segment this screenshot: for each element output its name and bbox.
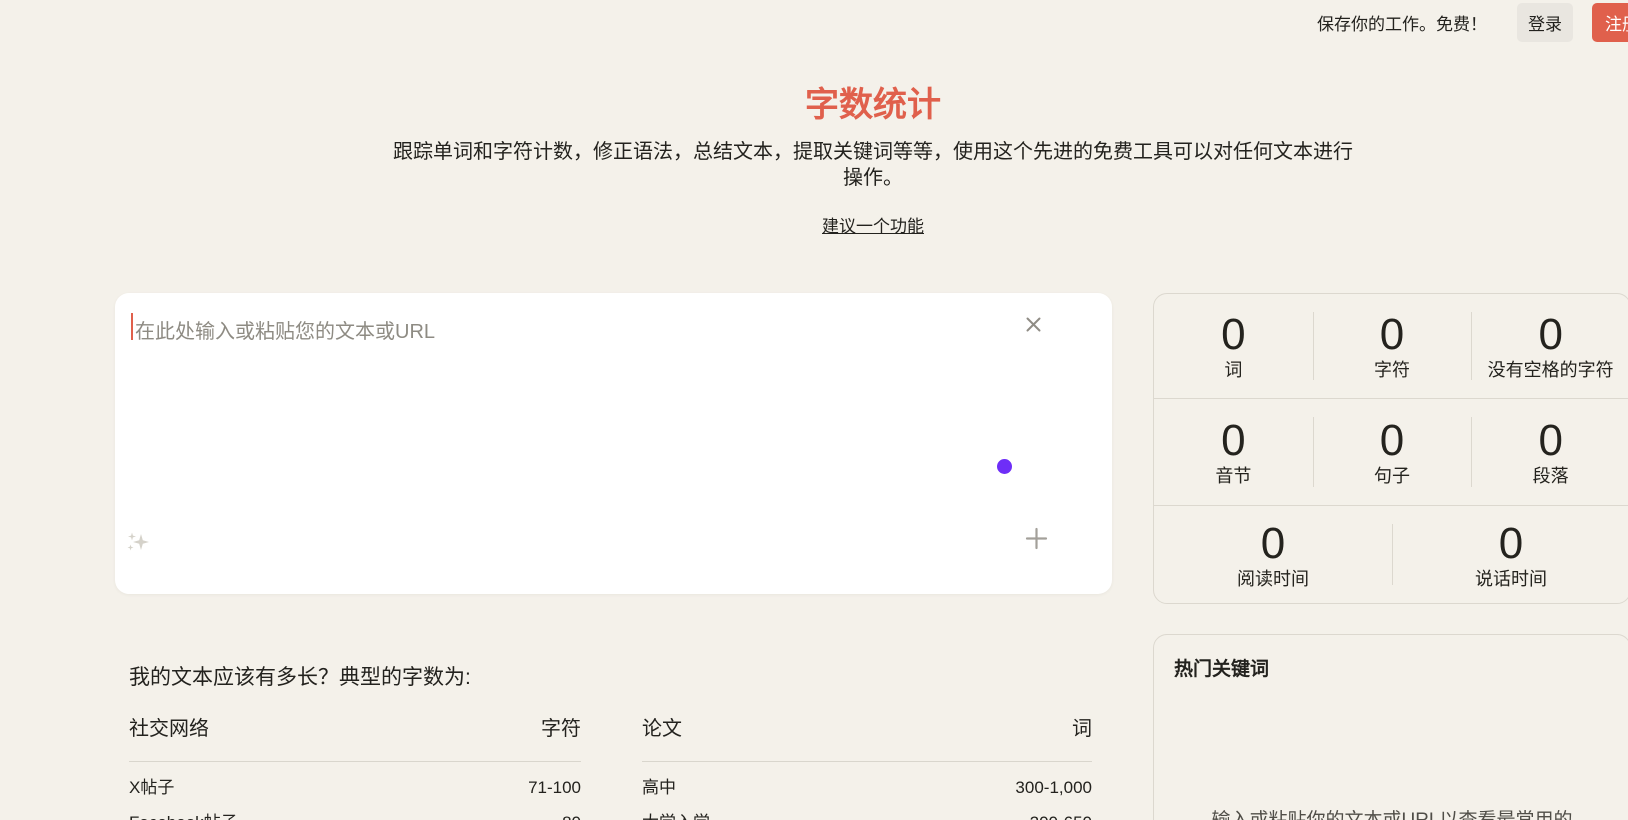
keywords-panel-title: 热门关键词 — [1174, 654, 1269, 681]
close-icon — [1024, 315, 1043, 334]
table-row: Facebook帖子 80 — [129, 814, 581, 820]
ai-assist-button[interactable] — [124, 528, 153, 557]
stats-row-3: 0 阅读时间 0 说话时间 — [1154, 505, 1628, 603]
stat-label: 说话时间 — [1475, 569, 1547, 589]
essay-lengths-table: 论文 词 高中 300-1,000 大学入学 200-650 — [642, 715, 1092, 820]
stat-value: 0 — [1380, 418, 1404, 464]
input-placeholder: 在此处输入或粘贴您的文本或URL — [135, 315, 435, 344]
page-subtitle: 跟踪单词和字符计数，修正语法，总结文本，提取关键词等等，使用这个先进的免费工具可… — [0, 139, 1628, 191]
stat-words: 0 词 — [1154, 294, 1313, 398]
page-title: 字数统计 — [0, 87, 1628, 123]
length-guide-heading: 我的文本应该有多长？典型的字数为: — [129, 661, 471, 691]
stat-speaking-time: 0 说话时间 — [1392, 506, 1628, 603]
stat-paragraphs: 0 段落 — [1471, 399, 1628, 505]
stats-panel: 0 词 0 字符 0 没有空格的字符 0 音节 0 句子 0 段 — [1153, 293, 1628, 604]
row-name: 高中 — [642, 779, 676, 797]
text-input-area[interactable]: 在此处输入或粘贴您的文本或URL — [115, 293, 1112, 594]
signup-button[interactable]: 注册 — [1592, 3, 1628, 42]
stat-value: 0 — [1221, 418, 1245, 464]
table-row: X帖子 71-100 — [129, 779, 581, 797]
stat-syllables: 0 音节 — [1154, 399, 1313, 505]
stat-value: 0 — [1499, 521, 1523, 567]
stat-label: 阅读时间 — [1237, 569, 1309, 589]
stat-label: 句子 — [1374, 466, 1410, 486]
keywords-empty-hint: 输入或粘贴你的文本或URL以查看最常用的 — [1154, 805, 1628, 820]
subtitle-line-1: 跟踪单词和字符计数，修正语法，总结文本，提取关键词等等，使用这个先进的免费工具可… — [0, 139, 1628, 165]
suggest-feature-link[interactable]: 建议一个功能 — [822, 217, 924, 236]
stat-value: 0 — [1538, 418, 1562, 464]
row-value: 300-1,000 — [1015, 779, 1092, 797]
stat-value: 0 — [1380, 312, 1404, 358]
keywords-panel: 热门关键词 输入或粘贴你的文本或URL以查看最常用的 — [1153, 634, 1628, 820]
table-unit-header: 字符 — [541, 715, 581, 743]
stat-label: 词 — [1224, 360, 1242, 380]
table-name-header: 论文 — [642, 715, 682, 743]
table-row: 高中 300-1,000 — [642, 779, 1092, 797]
stats-row-1: 0 词 0 字符 0 没有空格的字符 — [1154, 294, 1628, 398]
stat-reading-time: 0 阅读时间 — [1154, 506, 1392, 603]
subtitle-line-2: 操作。 — [0, 165, 1628, 191]
social-network-lengths-table: 社交网络 字符 X帖子 71-100 Facebook帖子 80 — [129, 715, 581, 820]
table-header-row: 社交网络 字符 — [129, 715, 581, 762]
stat-characters-no-spaces: 0 没有空格的字符 — [1471, 294, 1628, 398]
stat-value: 0 — [1221, 312, 1245, 358]
clear-text-button[interactable] — [1022, 313, 1045, 336]
text-caret — [131, 313, 133, 340]
suggest-feature-row: 建议一个功能 — [0, 212, 1628, 237]
row-value: 80 — [562, 814, 581, 820]
plus-icon — [1025, 527, 1048, 550]
row-value: 71-100 — [528, 779, 581, 797]
save-work-promo-text: 保存你的工作。免费！ — [1317, 10, 1487, 35]
row-name: 大学入学 — [642, 814, 710, 820]
stat-characters: 0 字符 — [1313, 294, 1472, 398]
stat-label: 音节 — [1215, 466, 1251, 486]
topbar: 保存你的工作。免费！ 登录 注册 — [1317, 3, 1628, 42]
word-counter-page: 保存你的工作。免费！ 登录 注册 字数统计 跟踪单词和字符计数，修正语法，总结文… — [0, 0, 1628, 820]
stat-label: 没有空格的字符 — [1488, 360, 1614, 380]
purple-dot-badge[interactable] — [997, 459, 1012, 474]
stat-label: 段落 — [1533, 466, 1569, 486]
stat-label: 字符 — [1374, 360, 1410, 380]
stat-sentences: 0 句子 — [1313, 399, 1472, 505]
row-value: 200-650 — [1030, 814, 1092, 820]
table-header-row: 论文 词 — [642, 715, 1092, 762]
row-name: X帖子 — [129, 779, 174, 797]
login-button[interactable]: 登录 — [1517, 3, 1573, 42]
sparkles-icon — [126, 530, 151, 555]
table-name-header: 社交网络 — [129, 715, 209, 743]
row-name: Facebook帖子 — [129, 814, 238, 820]
table-row: 大学入学 200-650 — [642, 814, 1092, 820]
stat-value: 0 — [1261, 521, 1285, 567]
add-content-button[interactable] — [1023, 525, 1050, 552]
table-unit-header: 词 — [1072, 715, 1092, 743]
stat-value: 0 — [1538, 312, 1562, 358]
stats-row-2: 0 音节 0 句子 0 段落 — [1154, 398, 1628, 505]
